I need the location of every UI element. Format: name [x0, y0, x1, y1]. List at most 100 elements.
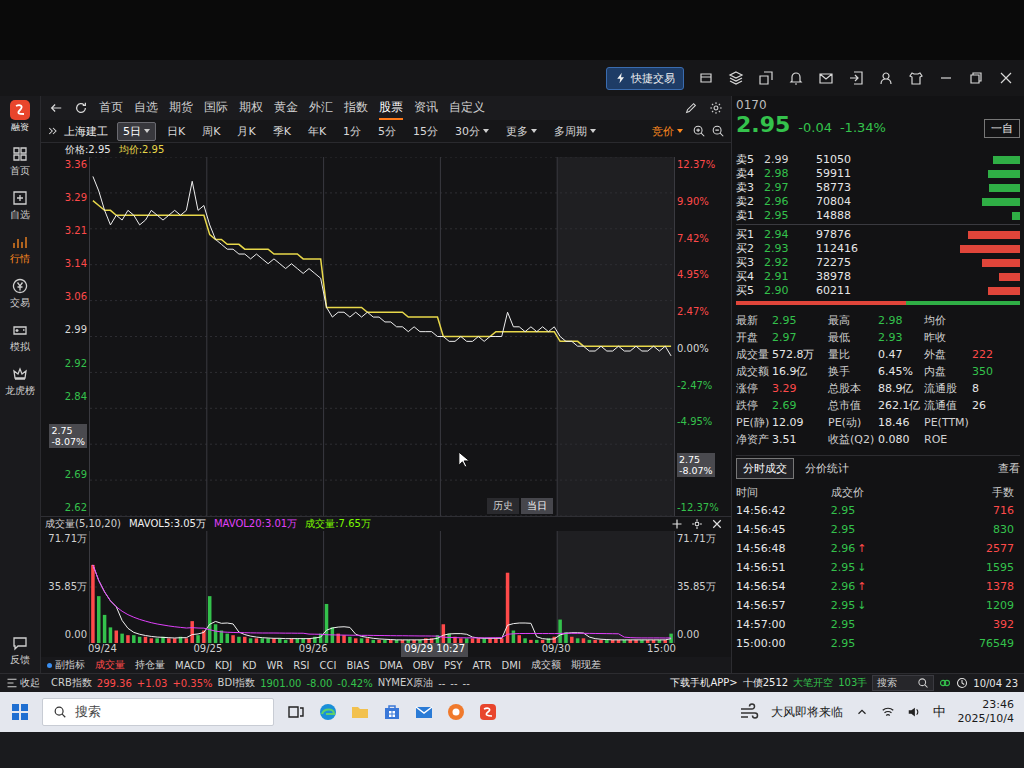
mail-icon[interactable] — [414, 702, 434, 722]
settings-icon[interactable] — [691, 518, 703, 530]
period-tab[interactable]: 周K — [196, 122, 226, 141]
nav-item[interactable]: 自定义 — [449, 96, 485, 120]
status-item[interactable]: 103手 — [838, 676, 867, 690]
period-tab[interactable]: 15分 — [407, 122, 444, 141]
volume-plot[interactable] — [89, 531, 675, 643]
status-item[interactable]: 下载手机APP> — [670, 676, 737, 690]
collapse-sidebar[interactable]: 收起 — [6, 676, 40, 690]
indicator-tab[interactable]: KDJ — [215, 660, 232, 671]
indicator-tab[interactable]: KD — [242, 660, 256, 671]
price-plot[interactable]: 历史当日 — [89, 157, 675, 516]
indicator-tab[interactable]: 持仓量 — [135, 658, 165, 672]
sidebar-item[interactable]: 自选 — [10, 190, 30, 222]
indicator-tab[interactable]: PSY — [444, 660, 463, 671]
period-tab[interactable]: 5日 — [117, 122, 156, 141]
indicator-tab[interactable]: MACD — [175, 660, 205, 671]
range-button[interactable]: 当日 — [521, 498, 553, 514]
status-item[interactable]: 十债2512 — [743, 676, 788, 690]
expand-chevrons-icon[interactable] — [47, 125, 59, 137]
layers-icon[interactable] — [728, 70, 744, 86]
mail-icon[interactable] — [818, 70, 834, 86]
status-search-field[interactable]: 搜索 — [872, 675, 934, 691]
indicator-tab[interactable]: DMI — [502, 660, 521, 671]
wind-weather-icon[interactable] — [739, 702, 759, 722]
taskbar-clock[interactable]: 23:462025/10/4 — [958, 698, 1014, 726]
period-tab[interactable]: 更多 — [500, 122, 543, 141]
indicator-tab[interactable]: 期现差 — [571, 658, 601, 672]
view-more-link[interactable]: 查看 — [998, 461, 1020, 476]
period-tab[interactable]: 季K — [267, 122, 297, 141]
login-icon[interactable] — [848, 70, 864, 86]
quote-mode-button[interactable]: 一自 — [984, 119, 1020, 138]
taskbar-search-field[interactable]: 搜索 — [42, 698, 274, 726]
nav-item[interactable]: 首页 — [99, 96, 123, 120]
sidebar-item[interactable]: 行情 — [10, 234, 30, 266]
task-view-icon[interactable] — [286, 702, 306, 722]
minimize-icon[interactable] — [938, 70, 954, 86]
nav-item[interactable]: 外汇 — [309, 96, 333, 120]
indicator-tab[interactable]: 成交额 — [531, 658, 561, 672]
period-tab[interactable]: 日K — [161, 122, 191, 141]
tray-expand-icon[interactable] — [855, 705, 869, 719]
user-icon[interactable] — [878, 70, 894, 86]
window-icon[interactable] — [698, 70, 714, 86]
close-pane-icon[interactable] — [711, 518, 723, 530]
feedback-item[interactable]: 反馈 — [10, 635, 30, 667]
trade-tab[interactable]: 分价统计 — [798, 458, 856, 479]
nav-item[interactable]: 自选 — [134, 96, 158, 120]
close-icon[interactable] — [998, 70, 1014, 86]
restore-icon[interactable] — [968, 70, 984, 86]
gear-icon[interactable] — [709, 101, 723, 115]
back-arrow-icon[interactable] — [49, 101, 63, 115]
plus-icon[interactable] — [671, 518, 683, 530]
edge-browser-icon[interactable] — [318, 702, 338, 722]
indicator-tab[interactable]: OBV — [413, 660, 434, 671]
file-explorer-icon[interactable] — [350, 702, 370, 722]
indicator-tab[interactable]: ATR — [472, 660, 491, 671]
orange-app-icon[interactable] — [446, 702, 466, 722]
indicator-tab[interactable]: WR — [266, 660, 283, 671]
indicator-tab[interactable]: DMA — [379, 660, 402, 671]
trading-app-icon[interactable] — [478, 702, 498, 722]
trade-tab[interactable]: 分时成交 — [736, 458, 794, 479]
nav-item[interactable]: 指数 — [344, 96, 368, 120]
sidebar-item[interactable]: 首页 — [10, 146, 30, 178]
period-tab[interactable]: 年K — [302, 122, 332, 141]
pencil-icon[interactable] — [684, 101, 698, 115]
indicator-tab[interactable]: BIAS — [346, 660, 369, 671]
indicator-tab[interactable]: 成交量 — [95, 658, 125, 672]
bell-icon[interactable] — [788, 70, 804, 86]
period-tab[interactable]: 30分 — [449, 122, 495, 141]
sidebar-item[interactable]: 交易 — [10, 278, 30, 310]
windows-start-icon[interactable] — [10, 702, 30, 722]
nav-item[interactable]: 期权 — [239, 96, 263, 120]
refresh-icon[interactable] — [74, 101, 88, 115]
weather-text[interactable]: 大风即将来临 — [771, 704, 843, 721]
period-tab[interactable]: 1分 — [337, 122, 367, 141]
zoom-in-icon[interactable] — [692, 124, 706, 138]
quick-trade-button[interactable]: 快捷交易 — [606, 67, 684, 90]
range-button[interactable]: 历史 — [487, 498, 519, 514]
nav-item[interactable]: 股票 — [379, 96, 403, 120]
app-logo[interactable]: 融资 — [10, 100, 30, 134]
shirt-icon[interactable] — [908, 70, 924, 86]
nav-item[interactable]: 国际 — [204, 96, 228, 120]
period-tab[interactable]: 月K — [231, 122, 261, 141]
nav-item[interactable]: 期货 — [169, 96, 193, 120]
status-item[interactable]: 大笔开空 — [793, 676, 833, 690]
period-tab[interactable]: 5分 — [372, 122, 402, 141]
sidebar-item[interactable]: 模拟 — [10, 322, 30, 354]
speaker-icon[interactable] — [907, 705, 921, 719]
indicator-tab[interactable]: CCI — [320, 660, 337, 671]
copy-icon[interactable] — [758, 70, 774, 86]
wifi-icon[interactable] — [881, 705, 895, 719]
zoom-out-icon[interactable] — [711, 124, 725, 138]
auction-dropdown[interactable]: 竞价 — [652, 124, 683, 139]
link-icon[interactable] — [939, 677, 951, 689]
store-icon[interactable] — [382, 702, 402, 722]
nav-item[interactable]: 资讯 — [414, 96, 438, 120]
input-method[interactable]: 中 — [933, 703, 946, 721]
period-tab[interactable]: 多周期 — [548, 122, 602, 141]
nav-item[interactable]: 黄金 — [274, 96, 298, 120]
sidebar-item[interactable]: 龙虎榜 — [5, 366, 35, 398]
